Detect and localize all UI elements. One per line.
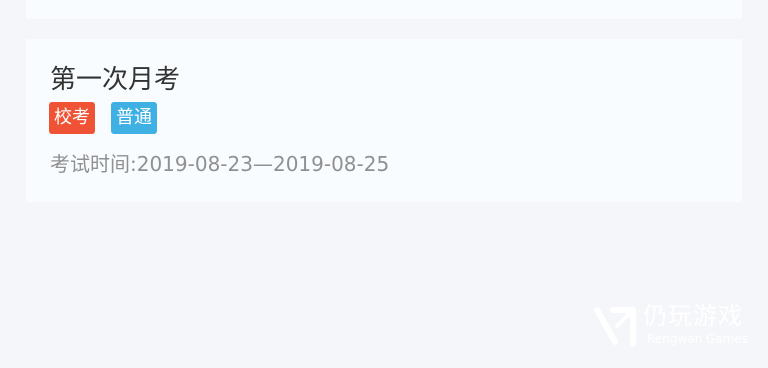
exam-title: 第一次月考: [50, 65, 181, 95]
watermark-subtitle: Rengwan Games: [647, 332, 748, 346]
exam-card[interactable]: 第一次月考 校考 普通 考试时间:2019-08-23—2019-08-25: [26, 39, 742, 202]
watermark: 仍玩游戏 Rengwan Games: [593, 300, 753, 352]
watermark-name: 仍玩游戏: [643, 302, 743, 330]
exam-tag-normal: 普通: [111, 102, 157, 134]
previous-exam-card[interactable]: [26, 0, 742, 19]
rengwan-logo-icon: [594, 307, 636, 347]
exam-time: 考试时间:2019-08-23—2019-08-25: [50, 152, 390, 176]
exam-tag-school: 校考: [49, 102, 95, 134]
